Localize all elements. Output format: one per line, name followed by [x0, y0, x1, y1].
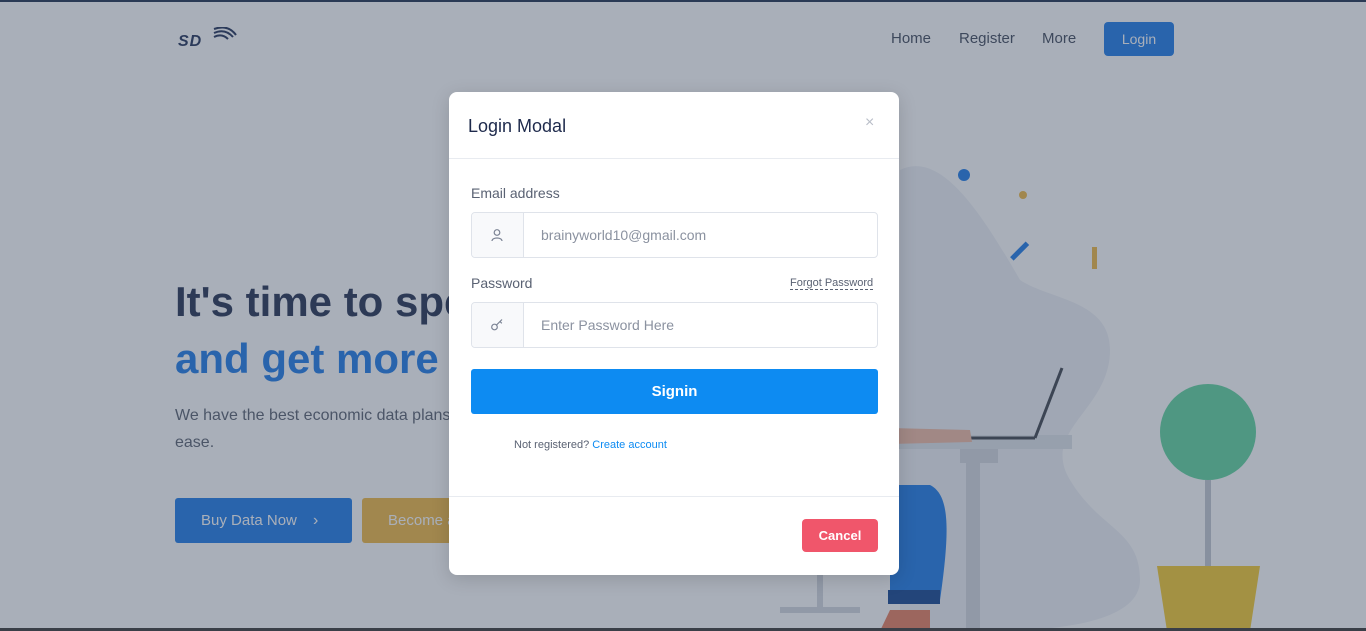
modal-title: Login Modal — [468, 116, 567, 136]
user-icon — [491, 229, 503, 242]
password-label: Password — [471, 275, 533, 291]
login-modal: Login Modal × Email address Password For… — [449, 92, 899, 575]
email-addon — [472, 213, 524, 257]
email-field[interactable] — [524, 213, 874, 257]
email-input-group — [471, 212, 878, 258]
password-addon — [472, 303, 524, 347]
password-field[interactable] — [524, 303, 874, 347]
modal-footer: Cancel — [449, 496, 899, 576]
close-icon[interactable]: × — [865, 114, 874, 132]
register-prompt: Not registered? Create account — [514, 439, 667, 451]
cancel-button[interactable]: Cancel — [802, 519, 878, 552]
signin-button[interactable]: Signin — [471, 369, 878, 414]
create-account-link[interactable]: Create account — [592, 439, 667, 451]
not-registered-text: Not registered? — [514, 439, 590, 451]
password-input-group — [471, 302, 878, 348]
forgot-password-link[interactable]: Forgot Password — [790, 277, 874, 290]
modal-header: Login Modal × — [449, 92, 899, 159]
email-label: Email address — [471, 185, 560, 201]
key-icon — [491, 319, 503, 331]
